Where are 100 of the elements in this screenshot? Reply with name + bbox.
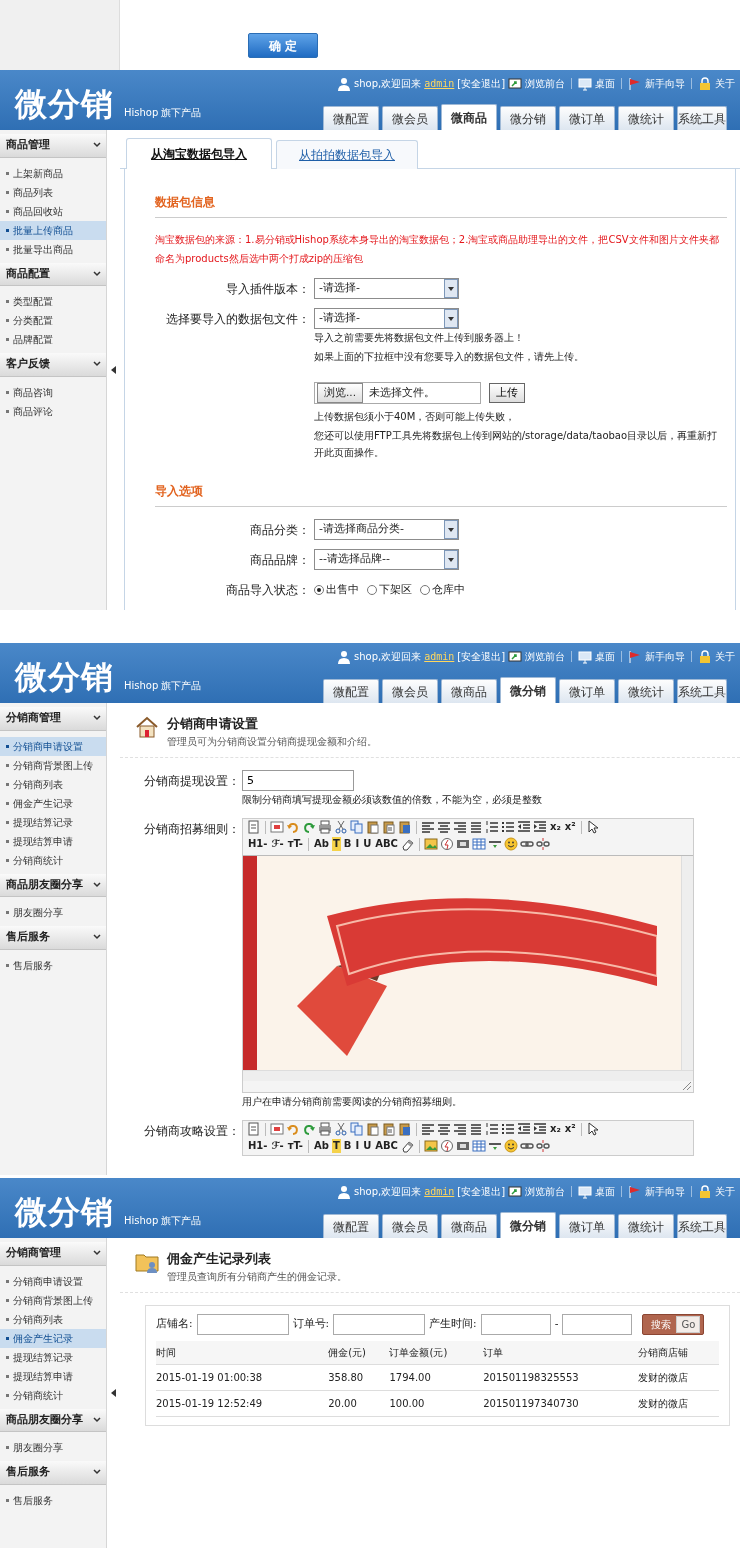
toolbar-button[interactable]: x₂ bbox=[549, 820, 562, 835]
horizontal-scrollbar[interactable] bbox=[243, 1069, 693, 1081]
sidebar-item[interactable]: 批量上传商品 bbox=[0, 220, 106, 240]
toolbar-button[interactable]: ABC bbox=[374, 837, 399, 852]
clipboard-icon[interactable] bbox=[398, 1122, 412, 1137]
vertical-scrollbar[interactable] bbox=[681, 855, 693, 1070]
numbered-list-icon[interactable] bbox=[485, 820, 499, 835]
sidebar-group-header[interactable]: 商品管理 bbox=[0, 134, 106, 158]
eraser-icon[interactable] bbox=[400, 1139, 415, 1154]
printer-icon[interactable] bbox=[318, 820, 332, 835]
scissors-icon[interactable] bbox=[334, 820, 348, 835]
header-link[interactable]: 桌面 bbox=[595, 649, 616, 664]
nav-tab[interactable]: 微商品 bbox=[441, 679, 497, 703]
nav-tab[interactable]: 微商品 bbox=[441, 104, 497, 130]
indent-icon[interactable] bbox=[533, 820, 547, 835]
toolbar-button[interactable]: x₂ bbox=[549, 1122, 562, 1137]
sidebar-item[interactable]: 分销商申请设置 bbox=[0, 736, 106, 756]
dropdown[interactable]: --请选择品牌-- bbox=[314, 549, 459, 570]
toolbar-button[interactable]: x² bbox=[563, 820, 577, 835]
nav-tab[interactable]: 微会员 bbox=[382, 1214, 438, 1238]
printer-icon[interactable] bbox=[318, 1122, 332, 1137]
align-right-icon[interactable] bbox=[453, 1122, 467, 1137]
sidebar-item[interactable]: 分销商申请设置 bbox=[0, 1271, 106, 1291]
preview-icon[interactable] bbox=[270, 1122, 284, 1137]
toolbar-button[interactable]: I bbox=[354, 837, 361, 852]
sidebar-item[interactable]: 分销商列表 bbox=[0, 1309, 106, 1329]
dropdown[interactable]: -请选择- bbox=[314, 278, 459, 299]
sidebar-item[interactable]: 佣金产生记录 bbox=[0, 793, 106, 813]
rich-text-editor[interactable]: x₂ x² H1- ℱ- ᴛT- Ab T B I U ABC bbox=[242, 817, 694, 1093]
nav-tab[interactable]: 微统计 bbox=[618, 106, 674, 130]
justify-icon[interactable] bbox=[469, 1122, 483, 1137]
sidebar-item[interactable]: 分类配置 bbox=[0, 311, 106, 330]
nav-tab[interactable]: 微订单 bbox=[559, 679, 615, 703]
header-link[interactable]: 新手向导 bbox=[645, 649, 686, 664]
logout-link[interactable]: [安全退出] bbox=[457, 1184, 506, 1199]
copy-icon[interactable] bbox=[350, 1122, 364, 1137]
smiley-icon[interactable] bbox=[503, 1139, 518, 1154]
sidebar-group-header[interactable]: 商品配置 bbox=[0, 262, 106, 286]
nav-tab[interactable]: 微商品 bbox=[441, 1214, 497, 1238]
numbered-list-icon[interactable] bbox=[485, 1122, 499, 1137]
sidebar-item[interactable]: 商品回收站 bbox=[0, 201, 106, 221]
nav-tab[interactable]: 微订单 bbox=[559, 1214, 615, 1238]
cursor-icon[interactable] bbox=[585, 820, 600, 835]
copy-icon[interactable] bbox=[350, 820, 364, 835]
toolbar-button[interactable]: Ab bbox=[313, 1139, 330, 1154]
rich-text-editor[interactable]: x₂ x² H1- ℱ- ᴛT- Ab T B I U ABC bbox=[242, 1119, 694, 1156]
radio-label[interactable]: 仓库中 bbox=[432, 582, 465, 598]
sidebar-group-header[interactable]: 分销商管理 bbox=[0, 707, 106, 731]
toolbar-button[interactable]: B bbox=[342, 1139, 353, 1154]
undo-icon[interactable] bbox=[286, 1122, 300, 1137]
header-link[interactable]: 浏览前台 bbox=[525, 649, 566, 664]
sidebar-item[interactable]: 分销商背景图上传 bbox=[0, 1290, 106, 1310]
document-icon[interactable] bbox=[247, 1122, 261, 1137]
header-link[interactable]: 浏览前台 bbox=[525, 1184, 566, 1199]
header-link[interactable]: 浏览前台 bbox=[525, 76, 566, 91]
broken-link-icon[interactable] bbox=[535, 1139, 550, 1154]
nav-tab[interactable]: 微统计 bbox=[618, 679, 674, 703]
filter-input[interactable] bbox=[196, 1313, 289, 1335]
sub-tab[interactable]: 从拍拍数据包导入 bbox=[276, 140, 418, 169]
filter-input[interactable] bbox=[480, 1313, 551, 1335]
sidebar-group-header[interactable]: 商品朋友圈分享 bbox=[0, 873, 106, 897]
upload-button[interactable]: 上传 bbox=[489, 383, 525, 403]
cursor-icon[interactable] bbox=[585, 1122, 600, 1137]
toolbar-button[interactable]: ABC bbox=[374, 1139, 399, 1154]
radio-label[interactable]: 出售中 bbox=[326, 582, 359, 598]
nav-tab[interactable]: 微配置 bbox=[323, 679, 379, 703]
redo-icon[interactable] bbox=[302, 1122, 316, 1137]
header-link[interactable]: 桌面 bbox=[595, 76, 616, 91]
nav-tab[interactable]: 微会员 bbox=[382, 679, 438, 703]
nav-tab[interactable]: 系统工具 bbox=[677, 679, 727, 703]
table-icon[interactable] bbox=[471, 1139, 486, 1154]
sub-tab[interactable]: 从淘宝数据包导入 bbox=[126, 138, 272, 169]
nav-tab[interactable]: 微分销 bbox=[500, 1212, 556, 1238]
preview-icon[interactable] bbox=[270, 820, 284, 835]
sidebar-item[interactable]: 类型配置 bbox=[0, 292, 106, 311]
bullet-list-icon[interactable] bbox=[501, 1122, 515, 1137]
dropdown[interactable]: -请选择商品分类- bbox=[314, 519, 459, 540]
toolbar-button[interactable]: H1- bbox=[247, 1139, 269, 1154]
highlight-button[interactable]: T bbox=[331, 1139, 341, 1154]
header-link[interactable]: 桌面 bbox=[595, 1184, 616, 1199]
nav-tab[interactable]: 系统工具 bbox=[677, 1214, 727, 1238]
sidebar-group-header[interactable]: 客户反馈 bbox=[0, 353, 106, 377]
toolbar-button[interactable]: H1- bbox=[247, 837, 269, 852]
toolbar-button[interactable]: U bbox=[362, 1139, 373, 1154]
logout-link[interactable]: [安全退出] bbox=[457, 649, 506, 664]
undo-icon[interactable] bbox=[286, 820, 300, 835]
nav-tab[interactable]: 微配置 bbox=[323, 1214, 379, 1238]
indent-icon[interactable] bbox=[533, 1122, 547, 1137]
header-link[interactable]: 关于 bbox=[715, 76, 736, 91]
toolbar-button[interactable]: B bbox=[342, 837, 353, 852]
toolbar-button[interactable]: x² bbox=[563, 1122, 577, 1137]
toolbar-button[interactable]: ᴛT- bbox=[286, 1139, 305, 1154]
dropdown[interactable]: -请选择- bbox=[314, 308, 459, 329]
nav-tab[interactable]: 微配置 bbox=[323, 106, 379, 130]
justify-icon[interactable] bbox=[469, 820, 483, 835]
radio-button[interactable] bbox=[314, 584, 324, 595]
sidebar-item[interactable]: 上架新商品 bbox=[0, 163, 106, 183]
picture-icon[interactable] bbox=[423, 837, 438, 852]
clipboard-icon[interactable] bbox=[366, 1122, 380, 1137]
sidebar-item[interactable]: 商品评论 bbox=[0, 401, 106, 421]
